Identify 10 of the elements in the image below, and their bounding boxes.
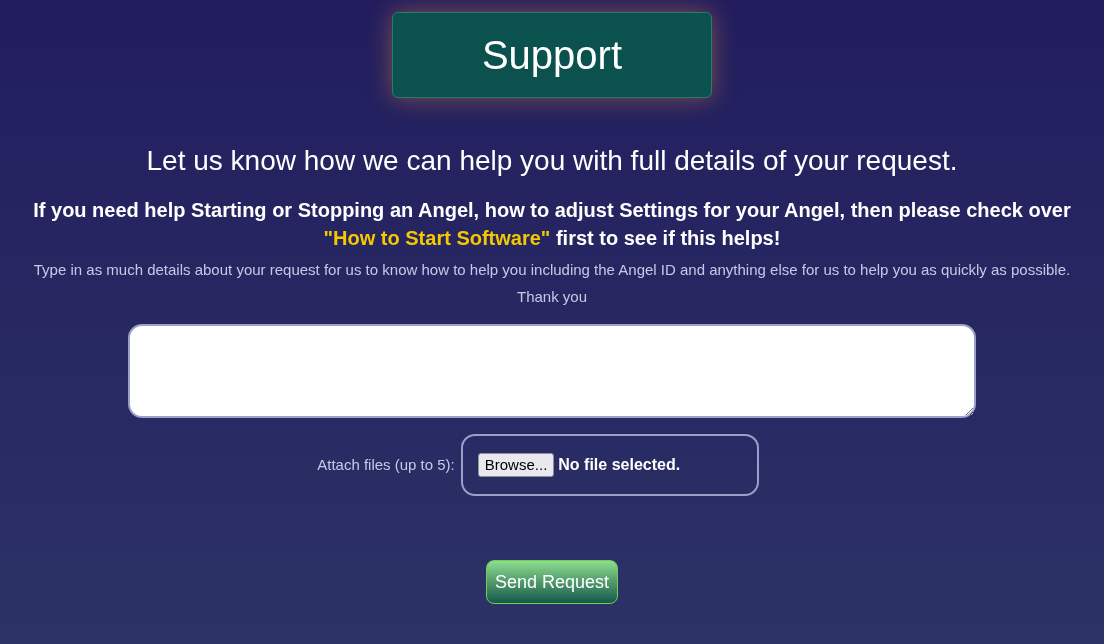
how-to-start-link[interactable]: "How to Start Software" xyxy=(323,227,551,249)
instructions-text: Type in as much details about your request for us to know how to help you including the Angel ID and anything else for us to help you as quickly as possible. Thank you xyxy=(32,260,1072,307)
request-field[interactable] xyxy=(128,324,976,418)
browse-button[interactable]: Browse... xyxy=(477,453,555,477)
page-title: Support xyxy=(392,12,712,98)
heading: Let us know how we can help you with full details of your request. xyxy=(146,144,958,178)
file-picker[interactable]: Browse... No file selected. xyxy=(460,434,759,496)
help-text: If you need help Starting or Stopping an Angel, how to adjust Settings for your Angel, then please check over "How to Start Software" first to see if this helps! xyxy=(32,198,1072,251)
file-status: No file selected. xyxy=(558,455,681,475)
attach-label: Attach files (up to 5): xyxy=(317,454,455,475)
